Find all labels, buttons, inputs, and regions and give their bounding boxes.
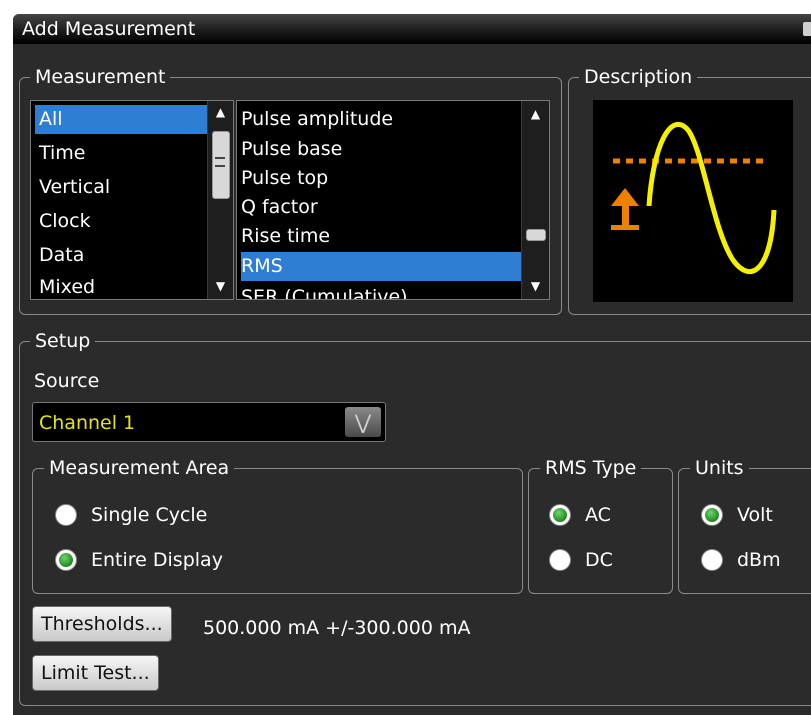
- category-label: Mixed: [39, 276, 96, 298]
- rms-type-group: [528, 468, 673, 594]
- category-label: Clock: [39, 210, 91, 232]
- measurement-item[interactable]: SER (Cumulative): [241, 283, 408, 299]
- measurement-item[interactable]: Pulse base: [241, 135, 342, 164]
- scroll-down-icon[interactable]: ▼: [522, 279, 549, 293]
- close-icon[interactable]: [803, 22, 811, 36]
- category-item[interactable]: Data: [35, 241, 84, 270]
- rms-ac-radio[interactable]: [549, 504, 571, 526]
- units-volt-radio[interactable]: [701, 504, 723, 526]
- category-item[interactable]: All: [35, 105, 207, 134]
- grip-icon: [215, 157, 225, 167]
- units-volt-label: Volt: [737, 504, 773, 526]
- rms-dc-radio[interactable]: [549, 549, 571, 571]
- description-legend: Description: [579, 66, 698, 88]
- scroll-up-icon[interactable]: ▲: [208, 105, 233, 119]
- thresholds-value: 500.000 mA +/-300.000 mA: [203, 617, 471, 639]
- setup-legend: Setup: [30, 330, 96, 352]
- measurement-item-selected[interactable]: RMS: [241, 252, 521, 281]
- units-dbm-label: dBm: [737, 549, 781, 571]
- thresholds-button[interactable]: Thresholds...: [32, 606, 172, 642]
- category-item[interactable]: Clock: [35, 207, 91, 236]
- measurement-item[interactable]: Rise time: [241, 222, 330, 251]
- source-dropdown[interactable]: Channel 1 ⋁: [32, 402, 386, 442]
- category-label: Data: [39, 244, 85, 266]
- measurement-item[interactable]: Q factor: [241, 193, 318, 222]
- rms-description-image: [593, 100, 793, 302]
- scroll-down-icon[interactable]: ▼: [208, 279, 233, 293]
- limit-test-button[interactable]: Limit Test...: [32, 655, 159, 691]
- measurement-item[interactable]: Pulse top: [241, 164, 328, 193]
- single-cycle-radio[interactable]: [55, 504, 77, 526]
- scroll-up-icon[interactable]: ▲: [522, 107, 549, 121]
- category-label: Vertical: [39, 176, 111, 198]
- title-bar[interactable]: Add Measurement: [13, 14, 811, 44]
- waveform-illustration: [611, 121, 777, 274]
- category-item[interactable]: Time: [35, 139, 86, 168]
- measurement-area-legend: Measurement Area: [44, 457, 235, 479]
- category-list[interactable]: All Time Vertical Clock Data Mixed ▲ ▼: [30, 100, 234, 300]
- dialog-title: Add Measurement: [22, 18, 196, 40]
- measurement-area-group: [32, 468, 523, 594]
- entire-display-label: Entire Display: [91, 549, 223, 571]
- chevron-down-icon[interactable]: ⋁: [345, 407, 381, 437]
- measurement-scrollbar[interactable]: ▲ ▼: [521, 101, 549, 299]
- measurement-item[interactable]: Pulse amplitude: [241, 105, 393, 134]
- source-label: Source: [34, 370, 100, 392]
- scroll-thumb[interactable]: [526, 229, 546, 241]
- measurement-legend: Measurement: [30, 66, 171, 88]
- category-label: Time: [39, 142, 86, 164]
- category-item[interactable]: Vertical: [35, 173, 110, 202]
- measurement-list[interactable]: Pulse amplitude Pulse base Pulse top Q f…: [236, 100, 550, 300]
- units-group: [678, 468, 811, 594]
- category-item[interactable]: Mixed: [35, 273, 96, 299]
- units-legend: Units: [690, 457, 749, 479]
- rms-type-legend: RMS Type: [540, 457, 642, 479]
- rms-ac-label: AC: [585, 504, 611, 526]
- category-label: All: [39, 108, 63, 130]
- source-value: Channel 1: [39, 412, 136, 434]
- units-dbm-radio[interactable]: [701, 549, 723, 571]
- category-scrollbar[interactable]: ▲ ▼: [207, 101, 233, 299]
- single-cycle-label: Single Cycle: [91, 504, 208, 526]
- rms-dc-label: DC: [585, 549, 613, 571]
- entire-display-radio[interactable]: [55, 549, 77, 571]
